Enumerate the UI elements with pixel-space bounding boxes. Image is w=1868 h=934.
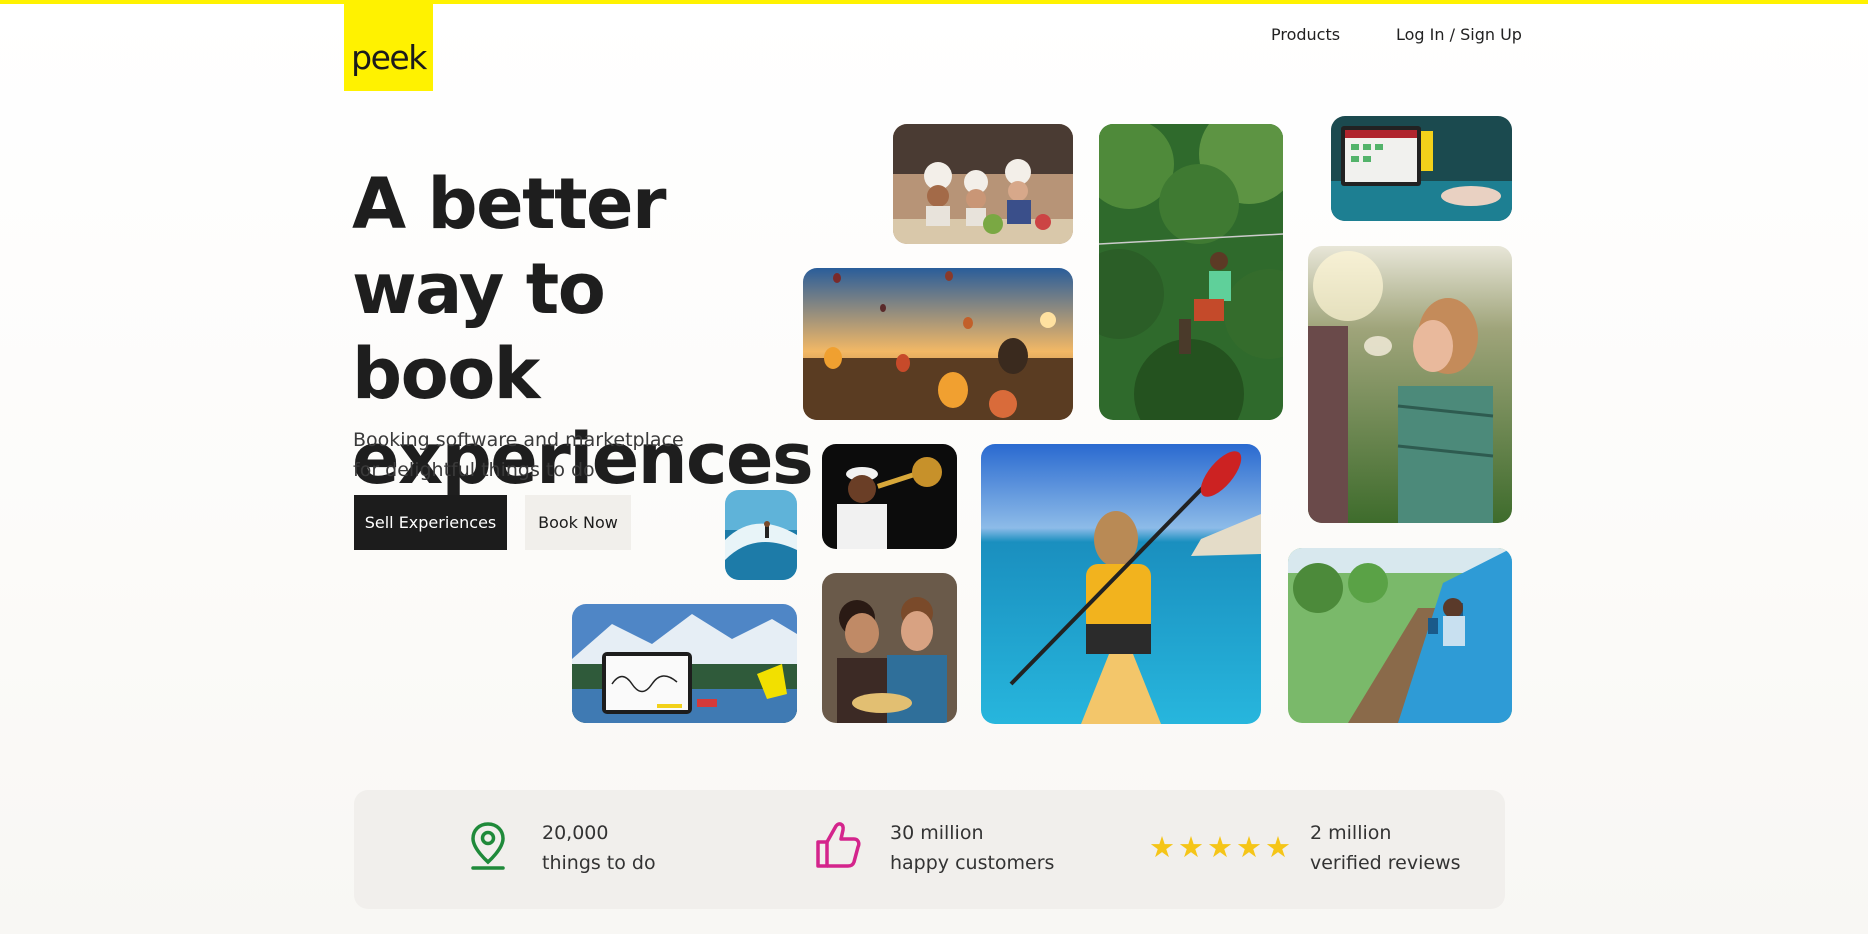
location-pin-icon [471, 822, 505, 870]
thumbs-up-icon [816, 822, 861, 868]
hot-air-balloons-photo [803, 268, 1073, 420]
zipline-photo [1099, 124, 1283, 420]
kayak-photo [981, 444, 1261, 724]
hero-subtitle: Booking software and marketplace for del… [353, 425, 713, 485]
five-stars-icon: ★ ★ ★ ★ ★ [1149, 833, 1291, 862]
stat-value: 2 million [1310, 822, 1392, 844]
top-accent-bar [0, 0, 1868, 4]
star-icon: ★ [1178, 830, 1204, 864]
stat-label: happy customers [890, 852, 1055, 874]
stat-value: 30 million [890, 822, 984, 844]
headline-line: way to book [352, 248, 606, 415]
tablet-cliff-photo [1331, 116, 1512, 221]
stats-panel: 20,000 things to do 30 million happy cus… [354, 790, 1505, 909]
noodles-friends-photo [822, 573, 957, 723]
stat-label: verified reviews [1310, 852, 1461, 874]
kids-cooking-photo [893, 124, 1073, 244]
train-photo [1288, 548, 1512, 723]
nav-products[interactable]: Products [1271, 25, 1340, 44]
subtitle-line: for delightful things to do [353, 459, 595, 481]
peek-logo[interactable]: peek [344, 4, 433, 91]
surfer-photo [725, 490, 797, 580]
headline-line: A better [352, 163, 667, 245]
stat-happy-customers: 30 million happy customers [814, 818, 1064, 882]
stat-things-to-do: 20,000 things to do [470, 818, 670, 882]
star-icon: ★ [1265, 830, 1291, 864]
star-icon: ★ [1236, 830, 1262, 864]
trombone-player-photo [822, 444, 957, 549]
nav-login-signup[interactable]: Log In / Sign Up [1396, 25, 1522, 44]
star-icon: ★ [1207, 830, 1233, 864]
stat-label: things to do [542, 852, 656, 874]
tablet-signature-photo [572, 604, 797, 723]
sell-experiences-button[interactable]: Sell Experiences [354, 495, 507, 550]
book-now-button[interactable]: Book Now [525, 495, 631, 550]
wine-tasting-photo [1308, 246, 1512, 523]
stat-verified-reviews: ★ ★ ★ ★ ★ 2 million verified reviews [1149, 818, 1489, 882]
stat-value: 20,000 [542, 822, 609, 844]
subtitle-line: Booking software and marketplace [353, 429, 684, 451]
star-icon: ★ [1149, 830, 1175, 864]
